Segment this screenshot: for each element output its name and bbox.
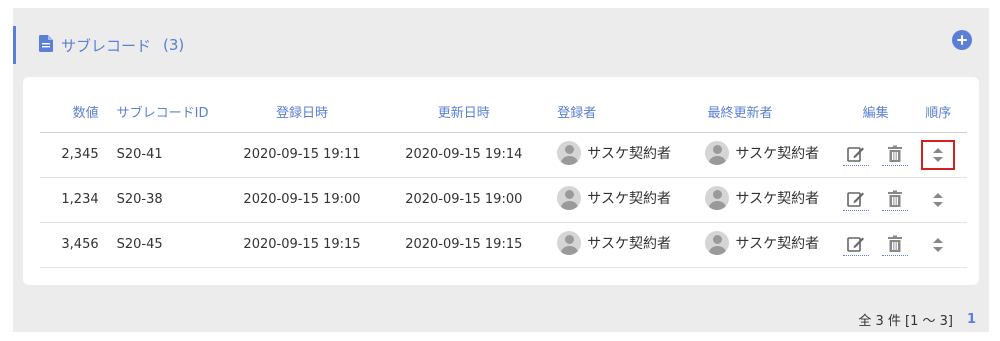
- column-header-updater[interactable]: 最終更新者: [693, 92, 842, 133]
- pagination: 全 3 件 [1 ～ 3] 1: [858, 310, 976, 329]
- section-count: (3): [163, 36, 185, 54]
- cell-order: [909, 132, 967, 178]
- cell-updater: サスケ契約者: [693, 132, 842, 178]
- cell-updated: 2020-09-15 19:15: [382, 222, 546, 268]
- table-header-row: 数値 サブレコードID 登録日時 更新日時 登録者 最終更新者 編集 順序: [40, 92, 967, 133]
- cell-updater: サスケ契約者: [693, 222, 842, 268]
- cell-value: 3,456: [40, 222, 103, 268]
- cell-order: [909, 177, 967, 223]
- subrecord-panel: サブレコード (3) 数値 サブレコードID 登録日時 更新日時 登録者 最終更…: [13, 8, 989, 332]
- avatar: [557, 140, 582, 165]
- cell-subrecord-id: S20-41: [102, 132, 222, 178]
- updater-name: サスケ契約者: [735, 190, 820, 207]
- cell-registrant: サスケ契約者: [545, 222, 694, 268]
- document-icon: [39, 34, 53, 56]
- registrant-name: サスケ契約者: [587, 145, 671, 162]
- registrant-name: サスケ契約者: [587, 190, 671, 207]
- subrecord-card: 数値 サブレコードID 登録日時 更新日時 登録者 最終更新者 編集 順序 2,…: [23, 77, 979, 285]
- sort-icon[interactable]: [921, 139, 956, 170]
- table-row: 1,234 S20-38 2020-09-15 19:00 2020-09-15 19…: [40, 177, 967, 223]
- cell-updated: 2020-09-15 19:14: [382, 132, 546, 178]
- avatar: [705, 230, 730, 255]
- edit-icon[interactable]: [843, 187, 870, 211]
- edit-icon[interactable]: [843, 232, 870, 256]
- subrecord-table: 数値 サブレコードID 登録日時 更新日時 登録者 最終更新者 編集 順序 2,…: [40, 92, 967, 268]
- avatar: [705, 185, 730, 210]
- page-link-1[interactable]: 1: [967, 312, 976, 327]
- column-header-updated[interactable]: 更新日時: [382, 92, 546, 133]
- section-accent-bar: [13, 26, 16, 64]
- section-title: サブレコード: [61, 36, 152, 55]
- cell-registered: 2020-09-15 19:11: [221, 132, 383, 178]
- edit-icon[interactable]: [843, 142, 870, 166]
- section-header: サブレコード (3): [39, 26, 184, 64]
- column-header-edit: 編集: [841, 92, 910, 133]
- table-row: 3,456 S20-45 2020-09-15 19:15 2020-09-15 19…: [40, 222, 967, 268]
- cell-registrant: サスケ契約者: [545, 177, 694, 223]
- updater-name: サスケ契約者: [735, 235, 820, 252]
- cell-updated: 2020-09-15 19:00: [382, 177, 546, 223]
- column-header-registrant[interactable]: 登録者: [545, 92, 694, 133]
- updater-name: サスケ契約者: [735, 145, 820, 162]
- cell-subrecord-id: S20-38: [102, 177, 222, 223]
- cell-registered: 2020-09-15 19:00: [221, 177, 383, 223]
- cell-updater: サスケ契約者: [693, 177, 842, 223]
- cell-order: [909, 222, 967, 268]
- cell-edit-actions: [841, 222, 910, 268]
- column-header-order: 順序: [909, 92, 967, 133]
- cell-value: 2,345: [40, 132, 103, 178]
- sort-icon[interactable]: [921, 230, 955, 260]
- avatar: [705, 140, 730, 165]
- column-header-id[interactable]: サブレコードID: [102, 92, 222, 133]
- trash-icon[interactable]: [882, 142, 909, 166]
- cell-value: 1,234: [40, 177, 103, 223]
- column-header-registered[interactable]: 登録日時: [221, 92, 383, 133]
- trash-icon[interactable]: [882, 232, 909, 256]
- column-header-value[interactable]: 数値: [40, 92, 103, 133]
- avatar: [557, 185, 582, 210]
- registrant-name: サスケ契約者: [587, 235, 671, 252]
- pagination-summary: 全 3 件 [1 ～ 3]: [858, 314, 953, 329]
- sort-icon[interactable]: [921, 185, 955, 215]
- trash-icon[interactable]: [882, 187, 909, 211]
- cell-edit-actions: [841, 132, 910, 178]
- cell-registered: 2020-09-15 19:15: [221, 222, 383, 268]
- cell-subrecord-id: S20-45: [102, 222, 222, 268]
- cell-registrant: サスケ契約者: [545, 132, 694, 178]
- avatar: [557, 230, 582, 255]
- cell-edit-actions: [841, 177, 910, 223]
- table-row: 2,345 S20-41 2020-09-15 19:11 2020-09-15 19…: [40, 132, 967, 178]
- add-subrecord-button[interactable]: [952, 30, 972, 50]
